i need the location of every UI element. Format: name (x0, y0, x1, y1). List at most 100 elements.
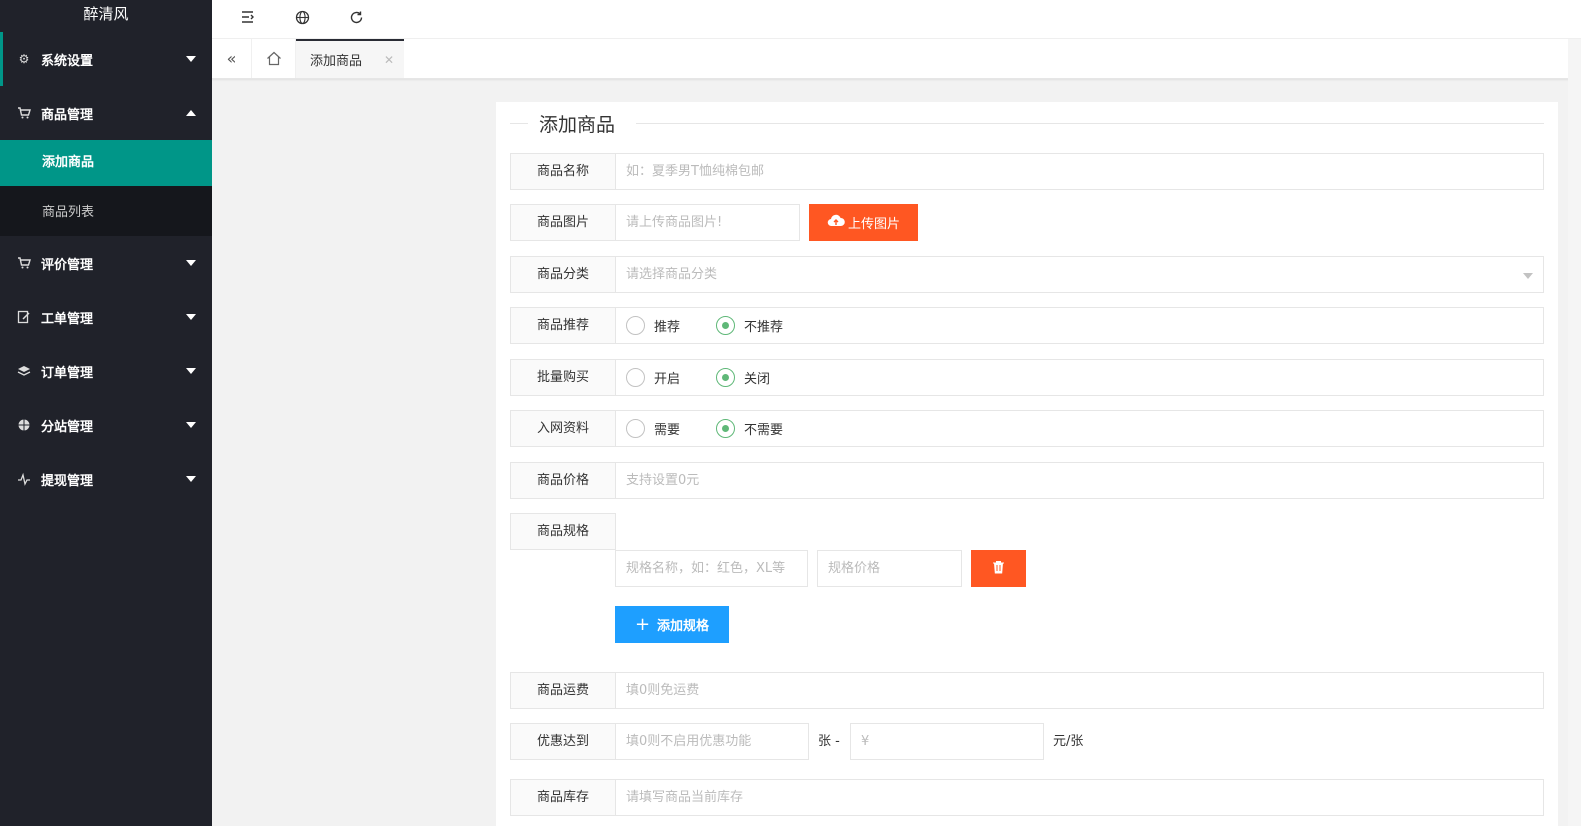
tab-add-product[interactable]: 添加商品 ✕ (296, 39, 404, 78)
chevron-down-icon (186, 422, 196, 428)
upload-image-button[interactable]: 上传图片 (809, 204, 918, 241)
sidebar-item-system-settings[interactable]: ⚙ 系统设置 (0, 32, 212, 86)
category-select-input[interactable] (616, 257, 1543, 292)
sidebar-subitem-add-product[interactable]: 添加商品 (0, 140, 212, 186)
tab-scroll-left-icon[interactable]: « (212, 39, 252, 78)
pulse-icon (17, 472, 31, 486)
radio-circle (716, 419, 735, 438)
discount-unit-text: 张 - (818, 734, 840, 749)
radio-network-required[interactable]: 需要 (626, 419, 680, 438)
radio-label: 关闭 (744, 372, 771, 387)
chevron-down-icon (1523, 273, 1533, 279)
form-card: 添加商品 商品名称 商品图片 上传图片 商品分类 商品推荐 (496, 102, 1558, 826)
sidebar-subitem-product-list[interactable]: 商品列表 (0, 190, 212, 236)
field-label: 商品库存 (510, 779, 616, 816)
home-icon[interactable] (252, 39, 296, 78)
sidebar-item-review-management[interactable]: 评价管理 (0, 236, 212, 290)
field-label: 入网资料 (510, 410, 616, 447)
field-label: 商品推荐 (510, 307, 616, 344)
radio-network-not-required[interactable]: 不需要 (716, 419, 783, 438)
spec-price-input[interactable] (818, 551, 961, 586)
sidebar-item-withdraw-management[interactable]: 提现管理 (0, 452, 212, 506)
sidebar-item-label: 订单管理 (41, 365, 94, 381)
add-spec-button[interactable]: + 添加规格 (615, 606, 729, 643)
page-title: 添加商品 (539, 114, 616, 136)
radio-label: 不推荐 (744, 320, 784, 335)
tab-bar: « 添加商品 ✕ (212, 39, 1581, 79)
field-label: 商品分类 (510, 256, 616, 293)
radio-group: 开启 关闭 (615, 359, 1544, 396)
menu-collapse-icon[interactable] (237, 6, 259, 28)
radio-circle (626, 316, 645, 335)
field-label: 商品价格 (510, 462, 616, 499)
globe-icon[interactable] (291, 6, 313, 28)
plus-icon: + (634, 614, 651, 635)
price-field[interactable] (615, 462, 1544, 499)
discount-count-input[interactable] (616, 724, 808, 759)
trash-icon (992, 560, 1005, 578)
radio-label: 需要 (654, 423, 681, 438)
field-label: 批量购买 (510, 359, 616, 396)
scrollbar[interactable] (1568, 39, 1581, 826)
discount-price-field[interactable] (850, 723, 1044, 760)
cloud-upload-icon (827, 214, 845, 231)
globe-icon (17, 418, 31, 432)
discount-count-field[interactable] (615, 723, 809, 760)
close-icon[interactable]: ✕ (384, 53, 394, 67)
spec-price-field[interactable] (817, 550, 962, 587)
spec-name-input[interactable] (616, 551, 807, 586)
radio-bulk-on[interactable]: 开启 (626, 368, 680, 387)
price-input[interactable] (616, 463, 1543, 498)
cart-icon (17, 256, 31, 270)
tab-label: 添加商品 (310, 54, 363, 69)
radio-circle (716, 316, 735, 335)
chevron-up-icon (186, 110, 196, 116)
radio-label: 开启 (654, 372, 681, 387)
spec-name-field[interactable] (615, 550, 808, 587)
shipping-input[interactable] (616, 673, 1543, 708)
discount-price-unit-text: 元/张 (1053, 734, 1084, 749)
radio-circle (716, 368, 735, 387)
radio-circle (626, 419, 645, 438)
sidebar-item-product-management[interactable]: 商品管理 (0, 86, 212, 140)
sidebar-item-label: 分站管理 (41, 419, 94, 435)
radio-not-recommend[interactable]: 不推荐 (716, 316, 783, 335)
radio-circle (626, 368, 645, 387)
chevron-down-icon (186, 476, 196, 482)
refresh-icon[interactable] (345, 6, 367, 28)
sidebar: 醉清风 ⚙ 系统设置 商品管理 添加商品 商品列表 评价管理 工单管理 订单管理 (0, 0, 212, 826)
sidebar-item-order-management[interactable]: 订单管理 (0, 344, 212, 398)
product-name-input[interactable] (616, 154, 1543, 189)
category-select[interactable] (615, 256, 1544, 293)
product-name-field[interactable] (615, 153, 1544, 190)
discount-price-input[interactable] (851, 724, 1043, 759)
sidebar-item-label: 系统设置 (41, 53, 94, 69)
sidebar-item-label: 商品管理 (41, 107, 94, 123)
layers-icon (17, 364, 31, 378)
product-image-field[interactable] (615, 204, 800, 241)
top-header (212, 0, 1581, 39)
delete-spec-button[interactable] (971, 550, 1026, 587)
sidebar-item-label: 工单管理 (41, 311, 94, 327)
upload-image-label: 上传图片 (847, 217, 900, 232)
sidebar-item-label: 提现管理 (41, 473, 94, 489)
gear-icon: ⚙ (18, 52, 30, 66)
radio-recommend[interactable]: 推荐 (626, 316, 680, 335)
chevron-down-icon (186, 314, 196, 320)
edit-icon (17, 310, 31, 324)
divider (510, 123, 528, 124)
shipping-field[interactable] (615, 672, 1544, 709)
chevron-down-icon (186, 56, 196, 62)
stock-field[interactable] (615, 779, 1544, 816)
sidebar-item-branch-management[interactable]: 分站管理 (0, 398, 212, 452)
sidebar-subnav: 添加商品 商品列表 (0, 140, 212, 236)
sidebar-item-label: 评价管理 (41, 257, 94, 273)
product-image-input[interactable] (616, 205, 799, 240)
chevron-down-icon (186, 260, 196, 266)
radio-group: 需要 不需要 (615, 410, 1544, 447)
field-label: 商品规格 (510, 513, 616, 550)
radio-bulk-off[interactable]: 关闭 (716, 368, 770, 387)
stock-input[interactable] (616, 780, 1543, 815)
radio-label: 不需要 (744, 423, 784, 438)
sidebar-item-ticket-management[interactable]: 工单管理 (0, 290, 212, 344)
